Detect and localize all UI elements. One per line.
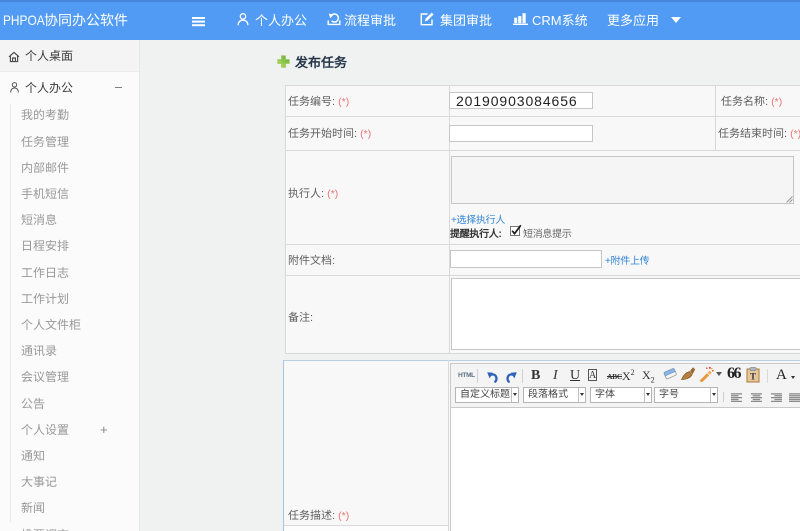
svg-text:T: T: [750, 372, 756, 382]
